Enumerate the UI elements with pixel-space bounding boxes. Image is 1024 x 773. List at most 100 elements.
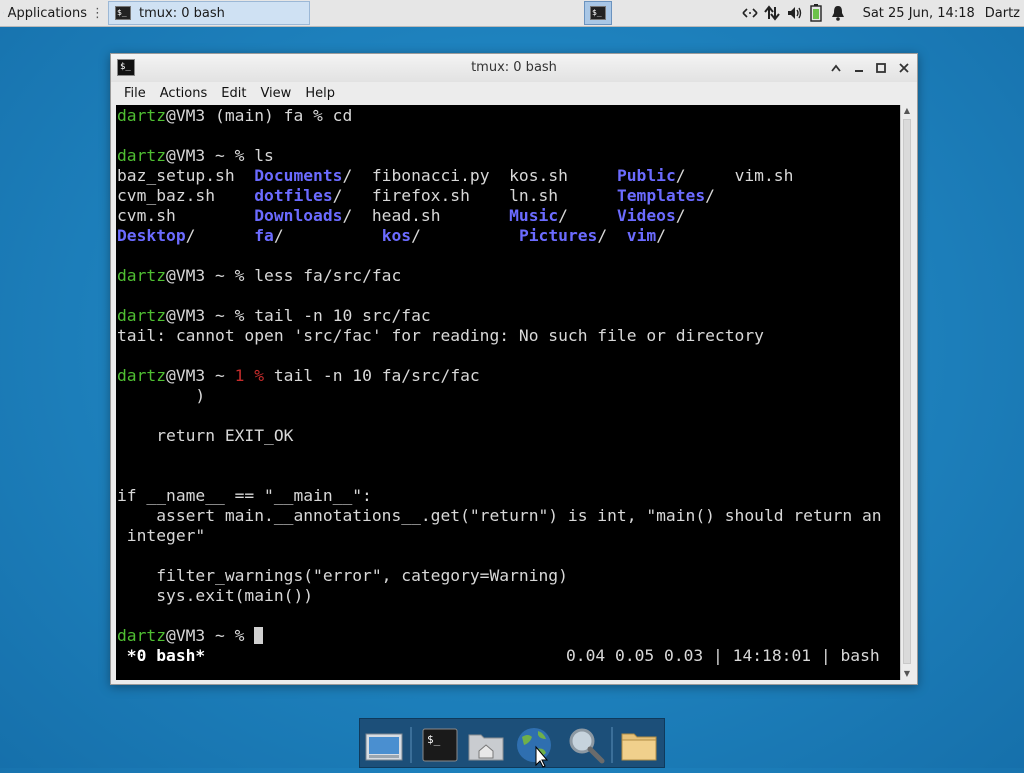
ls-dir: vim bbox=[626, 226, 657, 245]
menu-edit[interactable]: Edit bbox=[214, 86, 253, 101]
taskbar-button-label: tmux: 0 bash bbox=[139, 5, 225, 21]
tmux-status-right: 0.04 0.05 0.03 | 14:18:01 | bash bbox=[566, 646, 880, 665]
command-text: ~ % bbox=[205, 626, 255, 645]
shade-up-icon[interactable] bbox=[827, 59, 845, 77]
xfce-logo-icon bbox=[3, 12, 4, 14]
applications-label: Applications bbox=[7, 5, 87, 21]
user-name[interactable]: Dartz bbox=[985, 6, 1020, 21]
error-line: tail: cannot open 'src/fac' for reading:… bbox=[117, 326, 764, 345]
terminal-line: dartz@VM3 ~ % less fa/src/fac bbox=[117, 266, 401, 286]
ls-dir: Desktop bbox=[117, 226, 186, 245]
text-cursor bbox=[254, 627, 264, 644]
dock: $_ bbox=[359, 718, 665, 768]
home-folder-icon[interactable] bbox=[466, 725, 506, 765]
menu-bar: File Actions Edit View Help bbox=[111, 82, 917, 105]
ls-entry: / bbox=[597, 226, 627, 245]
workspace-terminal-icon: $_ bbox=[590, 6, 606, 20]
terminal-line: dartz@VM3 ~ % bbox=[117, 626, 264, 646]
prompt-user: dartz bbox=[117, 626, 167, 645]
folder-icon[interactable] bbox=[619, 725, 659, 765]
ls-entry: / firefox.sh ln.sh bbox=[332, 186, 617, 205]
terminal-line: dartz@VM3 ~ % tail -n 10 src/fac bbox=[117, 306, 431, 326]
ls-dir: fa bbox=[254, 226, 274, 245]
ls-row: Desktop/ fa/ kos/ Pictures/ vim/ bbox=[117, 226, 666, 246]
dock-separator bbox=[410, 727, 412, 763]
ls-entry: cvm.sh bbox=[117, 206, 255, 225]
ls-dir: dotfiles bbox=[254, 186, 333, 205]
terminal-output[interactable]: dartz@VM3 (main) fa % cd dartz@VM3 ~ % l… bbox=[116, 105, 900, 680]
web-browser-icon[interactable] bbox=[514, 725, 554, 768]
ls-entry: / bbox=[675, 206, 686, 225]
prompt-host: @VM3 bbox=[166, 626, 206, 645]
prompt-path: ~ bbox=[205, 366, 235, 385]
output-line: sys.exit(main()) bbox=[117, 586, 314, 605]
output-line: integer" bbox=[117, 526, 206, 545]
exit-status: 1 % bbox=[234, 366, 265, 385]
clock[interactable]: Sat 25 Jun, 14:18 bbox=[863, 6, 975, 21]
ls-entry: / bbox=[273, 226, 382, 245]
ls-dir: Downloads bbox=[254, 206, 343, 225]
search-icon[interactable] bbox=[566, 725, 606, 765]
terminal-line: dartz@VM3 ~ % ls bbox=[117, 146, 274, 166]
prompt-user: dartz bbox=[117, 106, 167, 125]
menu-actions[interactable]: Actions bbox=[153, 86, 215, 101]
ls-dir: Documents bbox=[254, 166, 343, 185]
close-icon[interactable] bbox=[895, 59, 913, 77]
workspace-switcher[interactable]: $_ bbox=[584, 1, 612, 25]
ls-entry: / bbox=[185, 226, 255, 245]
svg-text:$_: $_ bbox=[427, 733, 441, 746]
bell-icon[interactable] bbox=[827, 0, 849, 26]
menu-help[interactable]: Help bbox=[298, 86, 342, 101]
ls-entry: / bbox=[705, 186, 715, 205]
ls-row: cvm.sh Downloads/ head.sh Music/ Videos/ bbox=[117, 206, 686, 226]
top-panel: Applications ⋮ $_ tmux: 0 bash $_ Sat 25… bbox=[0, 0, 1024, 27]
ls-dir: Templates bbox=[616, 186, 706, 205]
output-line: if __name__ == "__main__": bbox=[117, 486, 372, 505]
transfer-icon[interactable] bbox=[761, 0, 783, 26]
output-line: filter_warnings("error", category=Warnin… bbox=[117, 566, 568, 585]
dock-separator bbox=[611, 727, 613, 763]
scrollbar[interactable]: ▲ ▼ bbox=[900, 105, 913, 680]
ls-dir: Music bbox=[509, 206, 559, 225]
prompt-host: @VM3 bbox=[166, 266, 206, 285]
scroll-up-icon[interactable]: ▲ bbox=[901, 105, 913, 117]
prompt-host: @VM3 bbox=[166, 146, 206, 165]
ls-dir: kos bbox=[381, 226, 412, 245]
output-line: ) bbox=[117, 386, 206, 405]
terminal-window: $_ tmux: 0 bash File Actions Edit View H… bbox=[110, 53, 918, 685]
applications-separator: ⋮ bbox=[91, 5, 104, 21]
command-text: tail -n 10 fa/src/fac bbox=[264, 366, 480, 385]
terminal-icon[interactable]: $_ bbox=[420, 725, 460, 765]
ls-entry: / head.sh bbox=[342, 206, 510, 225]
applications-menu-button[interactable]: Applications ⋮ bbox=[0, 0, 104, 26]
command-text: ~ % ls bbox=[205, 146, 274, 165]
maximize-icon[interactable] bbox=[872, 59, 890, 77]
minimize-icon[interactable] bbox=[850, 59, 868, 77]
volume-icon[interactable] bbox=[783, 0, 805, 26]
scroll-thumb[interactable] bbox=[903, 119, 911, 664]
prompt-user: dartz bbox=[117, 146, 167, 165]
ls-entry: / bbox=[558, 206, 617, 225]
ls-dir: Videos bbox=[616, 206, 676, 225]
prompt-user: dartz bbox=[117, 306, 167, 325]
ls-dir: Pictures bbox=[518, 226, 598, 245]
menu-view[interactable]: View bbox=[253, 86, 298, 101]
desktop-icon[interactable] bbox=[364, 725, 404, 765]
title-bar[interactable]: $_ tmux: 0 bash bbox=[111, 54, 917, 82]
command-text: (main) fa % cd bbox=[205, 106, 353, 125]
ls-row: cvm_baz.sh dotfiles/ firefox.sh ln.sh Te… bbox=[117, 186, 715, 206]
ls-row: baz_setup.sh Documents/ fibonacci.py kos… bbox=[117, 166, 793, 186]
terminal-icon: $_ bbox=[115, 6, 131, 20]
output-line: assert main.__annotations__.get("return"… bbox=[117, 506, 882, 525]
network-arrows-icon[interactable] bbox=[739, 0, 761, 26]
prompt-host: @VM3 bbox=[166, 366, 206, 385]
terminal-line: dartz@VM3 ~ 1 % tail -n 10 fa/src/fac bbox=[117, 366, 480, 386]
prompt-user: dartz bbox=[117, 266, 167, 285]
taskbar-button-tmux[interactable]: $_ tmux: 0 bash bbox=[108, 1, 310, 25]
menu-file[interactable]: File bbox=[117, 86, 153, 101]
battery-icon[interactable] bbox=[805, 0, 827, 26]
scroll-down-icon[interactable]: ▼ bbox=[901, 668, 913, 680]
ls-entry: baz_setup.sh bbox=[117, 166, 255, 185]
ls-entry: / fibonacci.py kos.sh bbox=[342, 166, 617, 185]
tmux-window-list: *0 bash* bbox=[117, 646, 206, 665]
